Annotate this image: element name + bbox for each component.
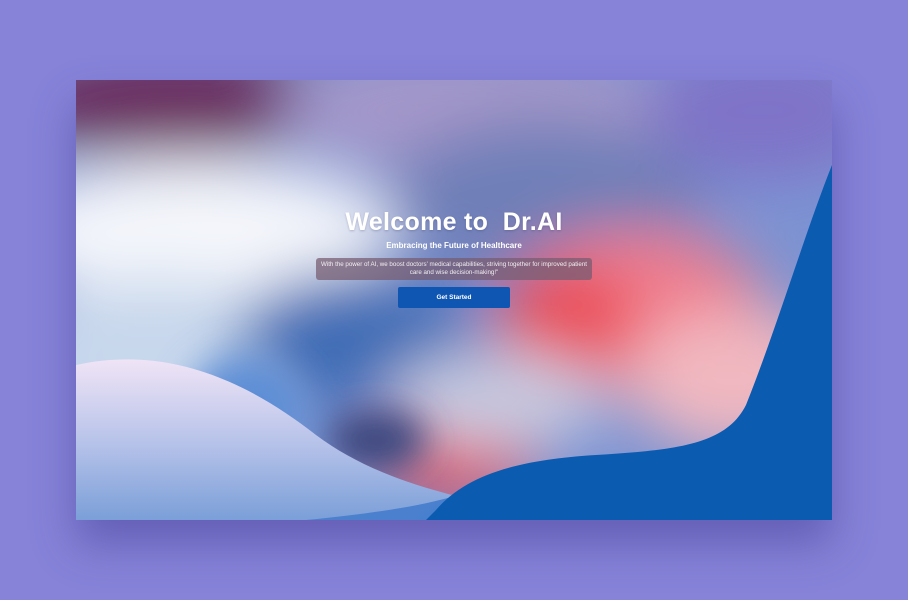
hero-subtitle: Embracing the Future of Healthcare xyxy=(386,241,522,250)
landing-page-frame: Welcome to Dr.AI Embracing the Future of… xyxy=(76,80,832,520)
hero-title: Welcome to Dr.AI xyxy=(345,208,563,236)
get-started-button[interactable]: Get Started xyxy=(398,287,510,308)
hero-description: With the power of AI, we boost doctors' … xyxy=(316,258,592,280)
hero-section: Welcome to Dr.AI Embracing the Future of… xyxy=(76,208,832,308)
